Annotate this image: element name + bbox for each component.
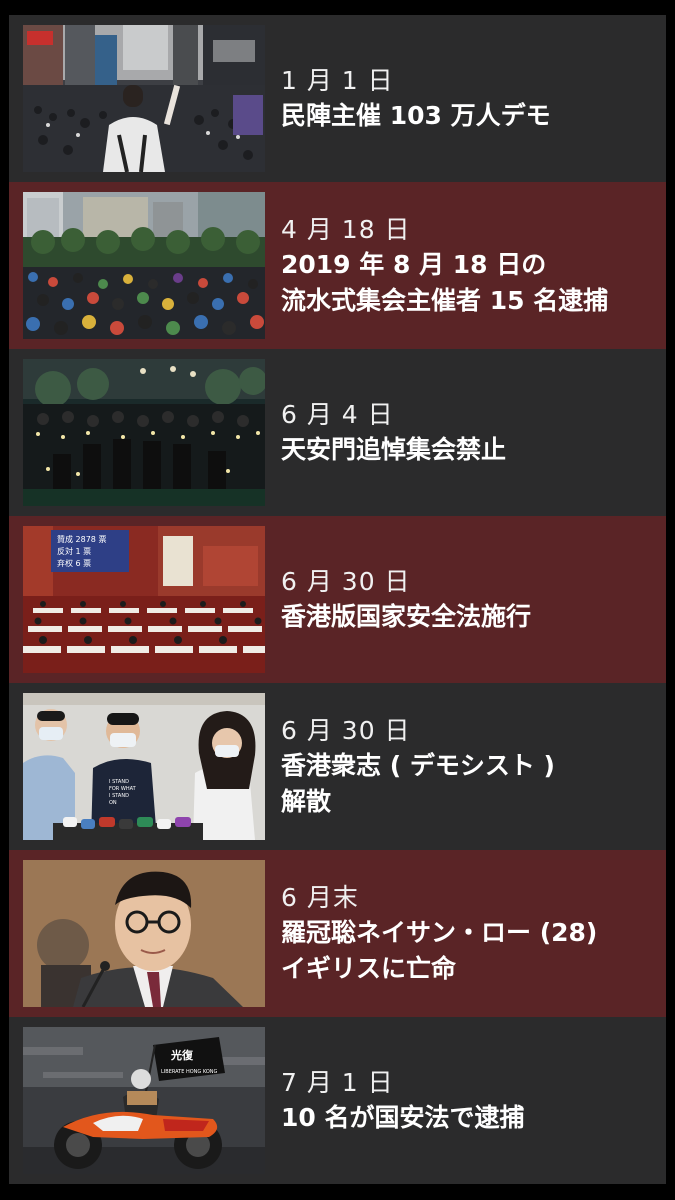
event-headline: 香港衆志 ( デモシスト ) bbox=[281, 750, 555, 780]
tshirt-line: I STAND bbox=[109, 793, 129, 799]
event-row[interactable]: 光復 LIBERATE HONG KONG 7 月 1 日 10 名が国安法で逮… bbox=[9, 1017, 666, 1184]
event-text: 6 月 30 日 香港版国家安全法施行 bbox=[281, 516, 660, 683]
event-text: 6 月 4 日 天安門追悼集会禁止 bbox=[281, 349, 660, 516]
event-headline: 10 名が国安法で逮捕 bbox=[281, 1102, 525, 1132]
vote-board-line: 贊成 2878 票 bbox=[57, 534, 106, 544]
vote-board-line: 弃权 6 票 bbox=[57, 558, 91, 568]
tshirt-line: I STAND bbox=[109, 779, 129, 785]
event-photo-motorcycle-flag: 光復 LIBERATE HONG KONG bbox=[23, 1027, 265, 1174]
event-headline: 羅冠聡ネイサン・ロー (28) bbox=[281, 917, 598, 947]
event-date: 6 月 30 日 bbox=[281, 715, 411, 745]
event-headline: 香港版国家安全法施行 bbox=[281, 601, 532, 631]
event-date: 6 月 30 日 bbox=[281, 566, 411, 596]
event-row[interactable]: 6 月末 羅冠聡ネイサン・ロー (28) イギリスに亡命 bbox=[9, 850, 666, 1017]
event-date: 6 月 4 日 bbox=[281, 399, 394, 429]
event-photo-congress-hall: 贊成 2878 票 反対 1 票 弃权 6 票 bbox=[23, 526, 265, 673]
event-photo-nathan-law bbox=[23, 860, 265, 1007]
event-text: 6 月 30 日 香港衆志 ( デモシスト ) 解散 bbox=[281, 683, 660, 850]
event-date: 4 月 18 日 bbox=[281, 214, 411, 244]
event-date: 1 月 1 日 bbox=[281, 65, 394, 95]
event-row[interactable]: 4 月 18 日 2019 年 8 月 18 日の 流水式集会主催者 15 名逮… bbox=[9, 182, 666, 349]
event-headline: 天安門追悼集会禁止 bbox=[281, 434, 507, 464]
event-text: 1 月 1 日 民陣主催 103 万人デモ bbox=[281, 15, 660, 182]
event-headline: 流水式集会主催者 15 名逮捕 bbox=[281, 285, 609, 315]
event-text: 7 月 1 日 10 名が国安法で逮捕 bbox=[281, 1017, 660, 1184]
event-row[interactable]: 贊成 2878 票 反対 1 票 弃权 6 票 6 月 30 日 香港版国家安全… bbox=[9, 516, 666, 683]
event-headline: 2019 年 8 月 18 日の bbox=[281, 249, 547, 279]
event-date: 7 月 1 日 bbox=[281, 1067, 394, 1097]
event-photo-demosisto-members: I STAND FOR WHAT I STAND ON bbox=[23, 693, 265, 840]
tshirt-line: ON bbox=[109, 800, 117, 806]
event-text: 4 月 18 日 2019 年 8 月 18 日の 流水式集会主催者 15 名逮… bbox=[281, 182, 660, 349]
timeline: 1 月 1 日 民陣主催 103 万人デモ 4 月 18 日 2019 年 8 … bbox=[9, 15, 666, 1185]
event-photo-umbrella-assembly bbox=[23, 192, 265, 339]
event-text: 6 月末 羅冠聡ネイサン・ロー (28) イギリスに亡命 bbox=[281, 850, 660, 1017]
event-row[interactable]: 1 月 1 日 民陣主催 103 万人デモ bbox=[9, 15, 666, 182]
banner-text: LIBERATE HONG KONG bbox=[161, 1069, 218, 1075]
event-headline: 民陣主催 103 万人デモ bbox=[281, 100, 551, 130]
banner-text: 光復 bbox=[170, 1048, 194, 1062]
event-headline: 解散 bbox=[281, 786, 332, 816]
event-photo-protest-crowd bbox=[23, 25, 265, 172]
event-row[interactable]: I STAND FOR WHAT I STAND ON 6 月 30 日 香港衆… bbox=[9, 683, 666, 850]
event-row[interactable]: 6 月 4 日 天安門追悼集会禁止 bbox=[9, 349, 666, 516]
event-photo-candlelight-vigil bbox=[23, 359, 265, 506]
vote-board-line: 反対 1 票 bbox=[57, 546, 91, 556]
event-date: 6 月末 bbox=[281, 882, 359, 912]
tshirt-line: FOR WHAT bbox=[109, 786, 137, 792]
event-headline: イギリスに亡命 bbox=[281, 953, 457, 983]
